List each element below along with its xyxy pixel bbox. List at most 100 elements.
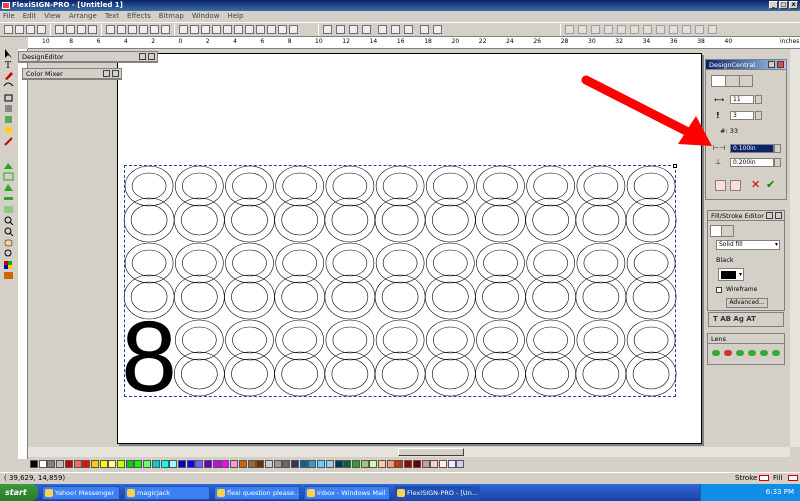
contour-tool-icon[interactable]: [3, 172, 14, 181]
panel-close-button[interactable]: [777, 61, 784, 68]
color-swatch-button[interactable]: ▾: [718, 268, 744, 281]
tab-transform-icon[interactable]: [726, 76, 740, 86]
design-central-title[interactable]: DesignCentral: [706, 60, 786, 70]
color-swatch[interactable]: [212, 460, 221, 468]
preview-icon[interactable]: [267, 25, 276, 34]
reduce-icon[interactable]: [682, 25, 691, 34]
gradient-tool-icon[interactable]: [3, 126, 14, 135]
color-swatch[interactable]: [386, 460, 395, 468]
production-manager-icon[interactable]: [256, 25, 265, 34]
swatch-tool-icon[interactable]: [3, 271, 14, 280]
menu-view[interactable]: View: [44, 11, 61, 22]
fill-stroke-title[interactable]: Fill/Stroke Editor: [708, 211, 784, 221]
distribute-vertical-icon[interactable]: [433, 25, 442, 34]
eyedropper-icon[interactable]: [3, 137, 14, 146]
lens-envelope-icon[interactable]: [760, 350, 768, 356]
distribute-icon[interactable]: [420, 25, 429, 34]
taskbar-item-flexisign[interactable]: FlexiSIGN-PRO - [Un...: [394, 486, 480, 500]
color-swatch[interactable]: [186, 460, 195, 468]
panel-close-button[interactable]: [148, 53, 155, 60]
color-palette-icon[interactable]: [3, 260, 14, 269]
selection-box[interactable]: [124, 164, 677, 397]
select-tool-icon[interactable]: [3, 49, 14, 58]
text-wrap-icon[interactable]: [278, 25, 287, 34]
menu-window[interactable]: Window: [192, 11, 220, 22]
close-button[interactable]: x: [789, 1, 798, 9]
color-swatch[interactable]: [238, 460, 247, 468]
align-left-icon[interactable]: [323, 25, 332, 34]
text-tool-icon[interactable]: T: [3, 60, 14, 71]
fill-tool-icon[interactable]: [3, 104, 14, 113]
h-spacing-field[interactable]: 0.100in: [730, 144, 774, 153]
taskbar-item-browser[interactable]: flexi question please...: [214, 486, 300, 500]
lens-distort-icon[interactable]: [772, 350, 780, 356]
cut-icon[interactable]: [55, 25, 64, 34]
color-swatch[interactable]: [30, 460, 38, 468]
delete-icon[interactable]: [88, 25, 97, 34]
taskbar-item-magicjack[interactable]: magicJack: [124, 486, 210, 500]
zoom-out-icon[interactable]: [3, 227, 14, 237]
vertical-array-icon[interactable]: [730, 180, 741, 191]
help-icon[interactable]: [289, 25, 298, 34]
reverse-icon[interactable]: [669, 25, 678, 34]
minimize-button[interactable]: _: [769, 1, 778, 9]
zoom-in-icon[interactable]: [3, 216, 14, 226]
node-edit-tool-icon[interactable]: [3, 82, 14, 91]
columns-spinner[interactable]: [755, 95, 762, 104]
design-editor-title[interactable]: DesignEditor: [19, 52, 157, 62]
color-swatch[interactable]: [256, 460, 265, 468]
distortion-tool-icon[interactable]: [3, 161, 14, 170]
color-swatch[interactable]: [447, 460, 456, 468]
color-swatch[interactable]: [195, 460, 204, 468]
advanced-button[interactable]: Advanced...: [726, 298, 768, 308]
color-swatch[interactable]: [395, 460, 404, 468]
cut-tool-icon[interactable]: [106, 25, 115, 34]
curve-tool-icon[interactable]: [604, 25, 613, 34]
zoom-fit-icon[interactable]: [3, 249, 14, 258]
color-tool-icon[interactable]: [3, 115, 14, 124]
color-swatch[interactable]: [169, 460, 178, 468]
color-swatch[interactable]: [247, 460, 256, 468]
color-swatch[interactable]: [351, 460, 360, 468]
color-swatch[interactable]: [47, 460, 56, 468]
color-swatch[interactable]: [108, 460, 117, 468]
smooth-icon[interactable]: [617, 25, 626, 34]
stroke-tab-icon[interactable]: [722, 226, 733, 236]
color-swatch[interactable]: [56, 460, 65, 468]
corner-icon[interactable]: [630, 25, 639, 34]
break-icon[interactable]: [643, 25, 652, 34]
resize-handle[interactable]: [673, 164, 677, 168]
fill-type-select[interactable]: Solid fill ▾: [716, 240, 780, 250]
panel-minimize-button[interactable]: [766, 212, 773, 219]
image-icon[interactable]: [223, 25, 232, 34]
print-cut-icon[interactable]: [234, 25, 243, 34]
menu-text[interactable]: Text: [105, 11, 119, 22]
taskbar-item-yahoo[interactable]: Yahoo! Messenger: [42, 486, 120, 500]
vertical-scrollbar[interactable]: [790, 49, 800, 447]
align-top-icon[interactable]: [378, 25, 387, 34]
color-swatch[interactable]: [82, 460, 91, 468]
print-icon[interactable]: [37, 25, 46, 34]
color-swatch[interactable]: [430, 460, 439, 468]
v-spacing-spinner[interactable]: [774, 158, 781, 167]
apply-icon[interactable]: ✔: [766, 178, 775, 191]
lens-arc-icon[interactable]: [712, 350, 720, 356]
menu-bitmap[interactable]: Bitmap: [159, 11, 184, 22]
color-swatch[interactable]: [230, 460, 239, 468]
binoculars-icon[interactable]: [179, 25, 188, 34]
color-swatch[interactable]: [143, 460, 152, 468]
stroke-swatch[interactable]: [759, 475, 769, 481]
color-swatch[interactable]: [117, 460, 125, 468]
color-swatch[interactable]: [90, 460, 99, 468]
color-swatch[interactable]: [264, 460, 273, 468]
paste-tool-icon[interactable]: [128, 25, 137, 34]
color-swatch[interactable]: [99, 460, 108, 468]
color-swatch[interactable]: [378, 460, 386, 468]
color-swatch[interactable]: [125, 460, 134, 468]
align-middle-icon[interactable]: [391, 25, 400, 34]
color-swatch[interactable]: [308, 460, 317, 468]
h-spacing-spinner[interactable]: [774, 144, 781, 153]
paste-icon[interactable]: [77, 25, 86, 34]
cancel-icon[interactable]: ✕: [751, 178, 760, 191]
color-swatch[interactable]: [134, 460, 143, 468]
